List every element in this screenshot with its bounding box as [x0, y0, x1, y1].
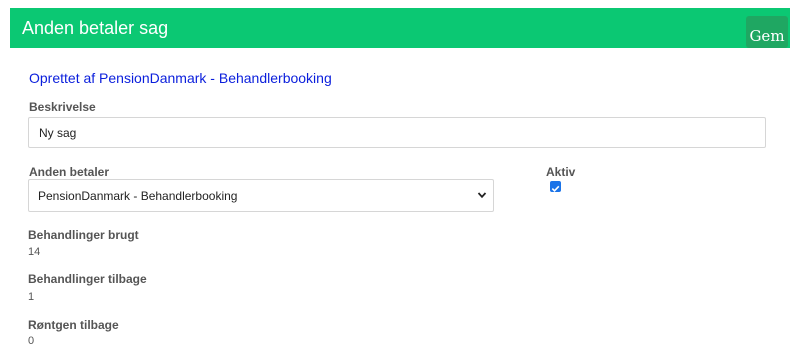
active-checkbox[interactable]: [550, 181, 561, 192]
payer-select-value: PensionDanmark - Behandlerbooking: [38, 189, 238, 203]
treatments-used-label: Behandlinger brugt: [28, 228, 139, 242]
save-button[interactable]: Gem: [746, 16, 788, 48]
treatments-used-value: 14: [28, 246, 41, 258]
payer-label: Anden betaler: [29, 165, 110, 179]
payer-select[interactable]: PensionDanmark - Behandlerbooking: [28, 179, 494, 212]
page-header: Anden betaler sag Gem: [10, 8, 790, 48]
checkmark-icon: [551, 185, 560, 192]
page-title: Anden betaler sag: [22, 18, 169, 38]
created-by-text: Oprettet af PensionDanmark - Behandlerbo…: [29, 70, 332, 86]
active-label: Aktiv: [546, 165, 576, 179]
description-label: Beskrivelse: [29, 100, 96, 114]
treatments-left-label: Behandlinger tilbage: [28, 272, 147, 286]
xray-left-value: 0: [28, 335, 35, 347]
xray-left-label: Røntgen tilbage: [28, 318, 119, 332]
treatments-left-value: 1: [28, 291, 35, 303]
chevron-down-icon: [477, 192, 487, 199]
description-input[interactable]: [28, 117, 766, 148]
